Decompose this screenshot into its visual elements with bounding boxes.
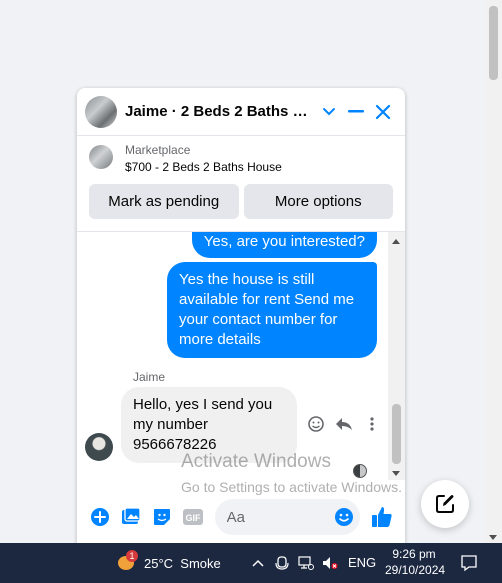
gif-icon[interactable]: GIF [178, 501, 209, 533]
taskbar: 1 25°C Smoke ENG 9:26 pm 29/10/2024 [0, 543, 502, 583]
message-scrollbar-thumb[interactable] [392, 404, 401, 464]
page-scrollbar[interactable] [485, 0, 502, 543]
page-scrollbar-thumb[interactable] [489, 6, 498, 80]
scroll-down-arrow[interactable] [392, 471, 400, 476]
listing-actions: Mark as pending More options [77, 184, 405, 219]
close-icon[interactable] [370, 98, 396, 126]
listing-thumbnail[interactable] [89, 145, 113, 169]
marketplace-label: Marketplace [125, 143, 191, 157]
message-bubble-incoming[interactable]: Hello, yes I send you my number 95666782… [121, 387, 297, 463]
weather-badge: 1 [126, 550, 138, 562]
svg-text:GIF: GIF [186, 513, 202, 523]
reply-icon[interactable] [333, 413, 355, 435]
notification-icon[interactable] [460, 554, 478, 575]
message-bubble-outgoing[interactable]: Yes, are you interested? [191, 232, 377, 258]
react-icon[interactable] [305, 413, 327, 435]
plus-icon[interactable] [85, 501, 116, 533]
weather-text: 25°C Smoke [144, 555, 221, 571]
clock-date: 29/10/2024 [385, 563, 446, 577]
new-message-button[interactable] [421, 480, 469, 528]
chevron-down-icon[interactable] [316, 98, 342, 126]
emoji-icon[interactable] [334, 507, 354, 531]
chevron-up-icon[interactable] [250, 555, 266, 571]
weather-icon: 1 [116, 550, 138, 574]
avatar[interactable] [85, 95, 117, 128]
message-bubble-outgoing[interactable]: Yes the house is still available for ren… [167, 262, 377, 358]
photo-icon[interactable] [116, 501, 147, 533]
scroll-up-arrow[interactable] [392, 239, 400, 244]
chat-window: Jaime · 2 Beds 2 Baths Ho... Marketplace… [77, 88, 405, 550]
meet-icon[interactable] [274, 555, 290, 571]
message-list: Yes, are you interested? Yes the house i… [77, 232, 405, 480]
volume-muted-icon[interactable] [322, 555, 338, 571]
listing-title[interactable]: $700 - 2 Beds 2 Baths House [125, 158, 282, 176]
message-text-field[interactable] [226, 508, 327, 526]
weather-widget[interactable]: 1 25°C Smoke [116, 550, 221, 574]
composer: GIF [77, 492, 405, 542]
message-input[interactable] [214, 499, 361, 535]
scroll-down-arrow[interactable] [489, 535, 497, 540]
seen-indicator-icon [353, 464, 367, 478]
avatar[interactable] [85, 433, 113, 461]
system-tray [250, 555, 338, 571]
language-indicator[interactable]: ENG [348, 555, 376, 570]
compose-icon [436, 495, 454, 513]
more-icon[interactable] [361, 413, 383, 435]
network-icon[interactable] [298, 555, 314, 571]
minimize-icon[interactable] [343, 98, 369, 126]
chat-header: Jaime · 2 Beds 2 Baths Ho... [77, 88, 405, 136]
marketplace-info: Marketplace $700 - 2 Beds 2 Baths House [77, 136, 405, 184]
more-options-button[interactable]: More options [243, 184, 393, 219]
clock[interactable]: 9:26 pm 29/10/2024 [385, 546, 446, 578]
message-scrollbar[interactable] [388, 232, 405, 480]
message-actions [305, 413, 383, 435]
mark-pending-button[interactable]: Mark as pending [89, 184, 239, 219]
like-icon[interactable] [366, 501, 397, 533]
clock-time: 9:26 pm [392, 547, 436, 561]
sticker-icon[interactable] [147, 501, 178, 533]
chat-title[interactable]: Jaime · 2 Beds 2 Baths Ho... [125, 103, 315, 120]
sender-name: Jaime [133, 370, 166, 384]
